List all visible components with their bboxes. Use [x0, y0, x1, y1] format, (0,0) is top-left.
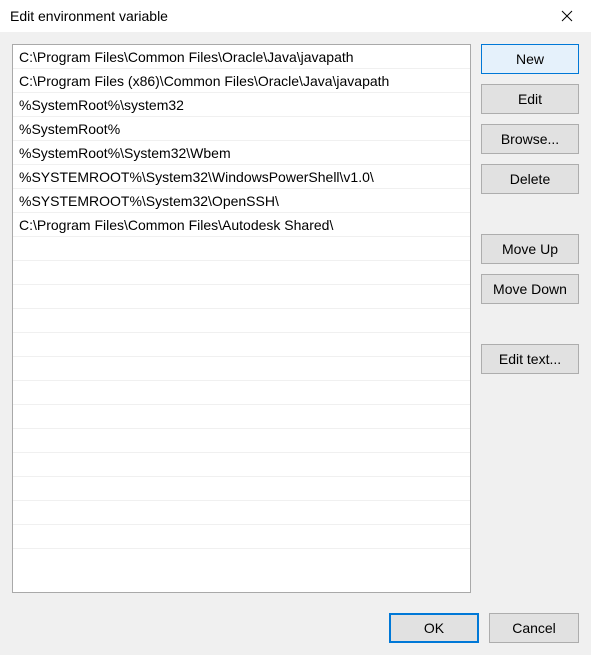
edit-button[interactable]: Edit [481, 84, 579, 114]
list-item[interactable]: C:\Program Files (x86)\Common Files\Orac… [13, 69, 470, 93]
list-item-empty[interactable] [13, 525, 470, 549]
path-listbox[interactable]: C:\Program Files\Common Files\Oracle\Jav… [12, 44, 471, 593]
list-item-empty[interactable] [13, 453, 470, 477]
list-item-empty[interactable] [13, 237, 470, 261]
spacer [481, 314, 579, 344]
dialog-content: C:\Program Files\Common Files\Oracle\Jav… [0, 32, 591, 655]
close-icon [561, 10, 573, 22]
dialog-title: Edit environment variable [10, 8, 168, 24]
list-item-empty[interactable] [13, 501, 470, 525]
list-item[interactable]: %SYSTEMROOT%\System32\OpenSSH\ [13, 189, 470, 213]
browse-button[interactable]: Browse... [481, 124, 579, 154]
list-item-empty[interactable] [13, 477, 470, 501]
move-up-button[interactable]: Move Up [481, 234, 579, 264]
list-item[interactable]: %SYSTEMROOT%\System32\WindowsPowerShell\… [13, 165, 470, 189]
list-item[interactable]: %SystemRoot%\System32\Wbem [13, 141, 470, 165]
list-item[interactable]: %SystemRoot%\system32 [13, 93, 470, 117]
dialog-window: Edit environment variable C:\Program Fil… [0, 0, 591, 655]
edit-text-button[interactable]: Edit text... [481, 344, 579, 374]
list-item-empty[interactable] [13, 381, 470, 405]
cancel-button[interactable]: Cancel [489, 613, 579, 643]
delete-button[interactable]: Delete [481, 164, 579, 194]
ok-button[interactable]: OK [389, 613, 479, 643]
list-item[interactable]: %SystemRoot% [13, 117, 470, 141]
titlebar: Edit environment variable [0, 0, 591, 32]
list-item-empty[interactable] [13, 429, 470, 453]
new-button[interactable]: New [481, 44, 579, 74]
list-item[interactable]: C:\Program Files\Common Files\Autodesk S… [13, 213, 470, 237]
side-button-column: New Edit Browse... Delete Move Up Move D… [481, 44, 579, 593]
close-button[interactable] [551, 2, 583, 30]
list-item-empty[interactable] [13, 285, 470, 309]
main-row: C:\Program Files\Common Files\Oracle\Jav… [12, 44, 579, 593]
move-down-button[interactable]: Move Down [481, 274, 579, 304]
list-item-empty[interactable] [13, 261, 470, 285]
list-item[interactable]: C:\Program Files\Common Files\Oracle\Jav… [13, 45, 470, 69]
list-item-empty[interactable] [13, 405, 470, 429]
list-item-empty[interactable] [13, 357, 470, 381]
list-item-empty[interactable] [13, 309, 470, 333]
list-item-empty[interactable] [13, 333, 470, 357]
spacer [481, 204, 579, 234]
dialog-footer: OK Cancel [12, 593, 579, 643]
